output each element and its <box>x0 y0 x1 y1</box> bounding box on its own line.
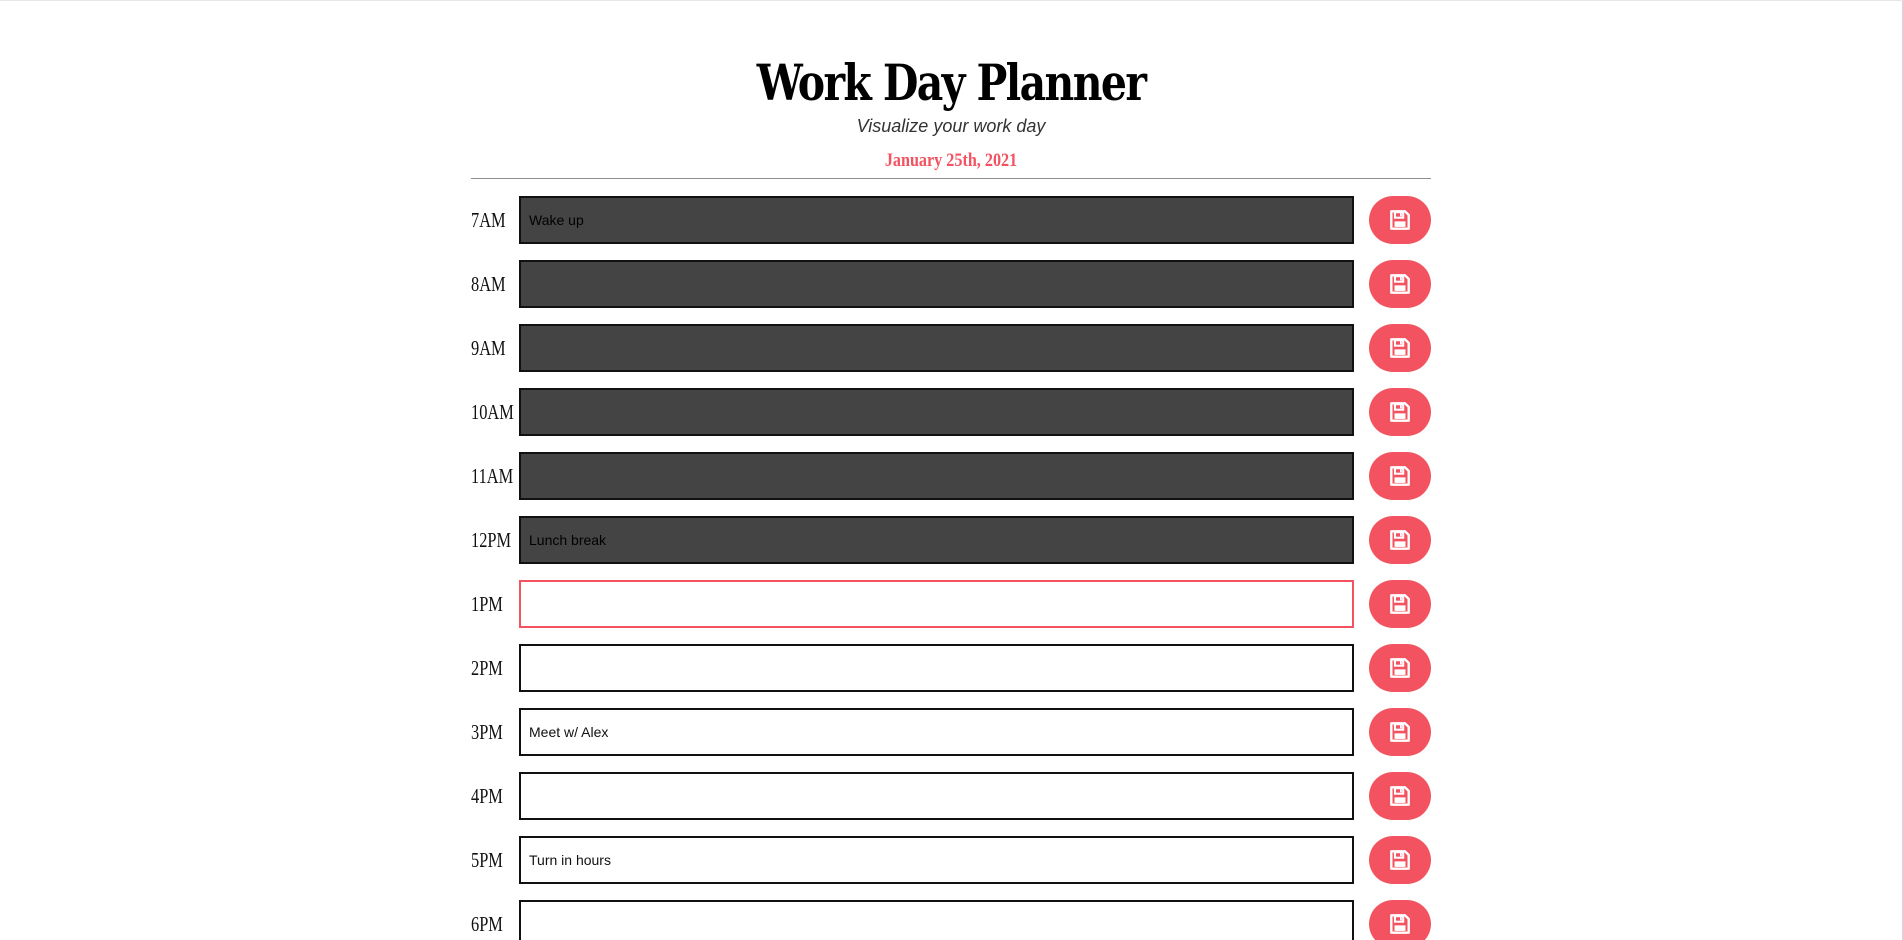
event-input-6pm[interactable] <box>519 900 1354 940</box>
time-block-row-3pm: 3PM <box>471 708 1431 772</box>
save-button-3pm[interactable] <box>1369 708 1431 756</box>
planner-container: Work Day Planner Visualize your work day… <box>471 1 1431 940</box>
time-block-row-9am: 9AM <box>471 324 1431 388</box>
hour-label: 12PM <box>471 528 512 552</box>
event-input-10am[interactable] <box>519 388 1354 436</box>
save-floppy-icon <box>1369 593 1431 615</box>
save-floppy-icon <box>1369 785 1431 807</box>
save-floppy-icon <box>1369 657 1431 679</box>
event-input-4pm[interactable] <box>519 772 1354 820</box>
save-floppy-icon <box>1369 401 1431 423</box>
event-input-8am[interactable] <box>519 260 1354 308</box>
hour-label: 10AM <box>471 400 514 424</box>
save-button-1pm[interactable] <box>1369 580 1431 628</box>
page-title: Work Day Planner <box>756 53 1147 112</box>
event-input-3pm[interactable] <box>519 708 1354 756</box>
event-input-5pm[interactable] <box>519 836 1354 884</box>
time-block-row-10am: 10AM <box>471 388 1431 452</box>
event-input-1pm[interactable] <box>519 580 1354 628</box>
hour-label: 6PM <box>471 912 503 936</box>
hour-label: 3PM <box>471 720 503 744</box>
save-button-11am[interactable] <box>1369 452 1431 500</box>
save-button-5pm[interactable] <box>1369 836 1431 884</box>
header-divider <box>471 178 1431 179</box>
save-button-2pm[interactable] <box>1369 644 1431 692</box>
time-block-row-1pm: 1PM <box>471 580 1431 644</box>
time-block-row-8am: 8AM <box>471 260 1431 324</box>
hour-label: 11AM <box>471 464 514 488</box>
save-floppy-icon <box>1369 913 1431 935</box>
save-floppy-icon <box>1369 273 1431 295</box>
hour-label: 8AM <box>471 272 506 296</box>
save-button-8am[interactable] <box>1369 260 1431 308</box>
event-input-12pm[interactable] <box>519 516 1354 564</box>
save-floppy-icon <box>1369 721 1431 743</box>
save-button-9am[interactable] <box>1369 324 1431 372</box>
save-button-7am[interactable] <box>1369 196 1431 244</box>
hour-label: 7AM <box>471 208 506 232</box>
time-block-row-12pm: 12PM <box>471 516 1431 580</box>
save-button-4pm[interactable] <box>1369 772 1431 820</box>
save-button-6pm[interactable] <box>1369 900 1431 940</box>
time-block-row-7am: 7AM <box>471 196 1431 260</box>
current-date: January 25th, 2021 <box>884 150 1018 171</box>
hour-label: 5PM <box>471 848 503 872</box>
header: Work Day Planner Visualize your work day… <box>471 1 1431 179</box>
save-floppy-icon <box>1369 849 1431 871</box>
time-block-list: 7AM 8AM <box>471 196 1431 940</box>
time-block-row-2pm: 2PM <box>471 644 1431 708</box>
hour-label: 2PM <box>471 656 503 680</box>
time-block-row-5pm: 5PM <box>471 836 1431 900</box>
event-input-7am[interactable] <box>519 196 1354 244</box>
event-input-9am[interactable] <box>519 324 1354 372</box>
page-subtitle: Visualize your work day <box>856 116 1046 136</box>
save-button-12pm[interactable] <box>1369 516 1431 564</box>
save-floppy-icon <box>1369 337 1431 359</box>
event-input-2pm[interactable] <box>519 644 1354 692</box>
save-floppy-icon <box>1369 529 1431 551</box>
event-input-11am[interactable] <box>519 452 1354 500</box>
save-floppy-icon <box>1369 209 1431 231</box>
save-floppy-icon <box>1369 465 1431 487</box>
time-block-row-4pm: 4PM <box>471 772 1431 836</box>
hour-label: 1PM <box>471 592 503 616</box>
hour-label: 9AM <box>471 336 506 360</box>
time-block-row-6pm: 6PM <box>471 900 1431 940</box>
hour-label: 4PM <box>471 784 503 808</box>
time-block-row-11am: 11AM <box>471 452 1431 516</box>
save-button-10am[interactable] <box>1369 388 1431 436</box>
